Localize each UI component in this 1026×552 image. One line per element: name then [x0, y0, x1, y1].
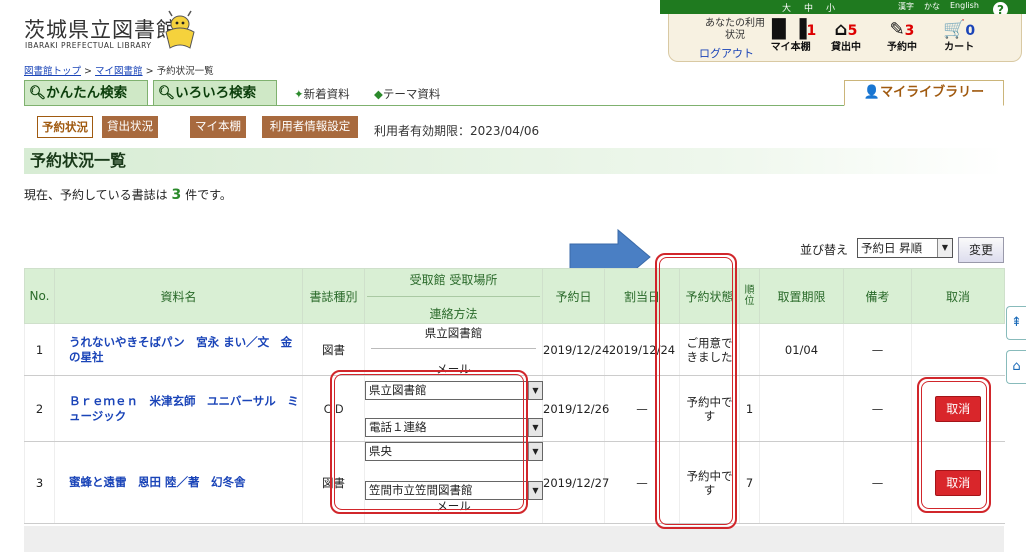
item-title-link[interactable]: Ｂｒｅｍｅｎ 米津玄師 ユニバーサル ミュージック [54, 375, 303, 442]
user-icon: 👤 [863, 85, 881, 100]
valid-date: 利用者有効期限：2023/04/06 [374, 124, 540, 138]
tab-advanced-search[interactable]: 🔍︎いろいろ検索 [153, 80, 277, 106]
logout-link[interactable]: ログアウト [699, 45, 754, 61]
tab-mylibrary[interactable]: 👤マイライブラリー [844, 80, 1004, 106]
col-hold-limit: 取置期限 [759, 268, 844, 324]
breadcrumb-top[interactable]: 図書館トップ [24, 66, 81, 77]
subnav-bookshelf[interactable]: マイ本棚 [190, 116, 246, 138]
reservation-count: 現在、予約している書誌は 3 件です。 [24, 187, 232, 203]
annotation-cancel-highlight [917, 377, 991, 513]
house-icon: ⌂ [834, 19, 848, 40]
cart-icon: 🛒 [943, 19, 966, 40]
chevron-down-icon: ▼ [528, 482, 542, 499]
annotation-status-highlight [655, 253, 737, 529]
col-note: 備考 [843, 268, 912, 324]
font-size-controls: 大 中 小 [782, 1, 835, 14]
col-title: 資料名 [54, 268, 303, 324]
sort-change-button[interactable]: 変更 [958, 237, 1004, 263]
chevron-down-icon: ▼ [528, 381, 542, 399]
lang-english[interactable]: English [950, 1, 979, 12]
user-status-panel: あなたの利用状況 ログアウト ▐▌▐1 マイ本棚 ⌂5 貸出中 ✎3 予約中 🛒… [668, 14, 1022, 62]
breadcrumb: 図書館トップ > マイ図書館 > 予約状況一覧 [24, 66, 214, 77]
search-icon: 🔍︎ [158, 85, 176, 101]
annotation-pickup-highlight [330, 370, 528, 514]
subnav-user-settings[interactable]: 利用者情報設定 [262, 116, 358, 138]
tab-simple-search[interactable]: 🔍︎かんたん検索 [24, 80, 148, 106]
table-header-row: No. 資料名 書誌種別 受取館 受取場所 連絡方法 予約日 割当日 予約状態 … [24, 268, 1005, 324]
breadcrumb-current: 予約状況一覧 [156, 66, 214, 77]
col-reserve-date: 予約日 [542, 268, 605, 324]
lang-kana[interactable]: かな [924, 1, 940, 12]
table-footer-band [24, 526, 1004, 552]
stat-bookshelf[interactable]: ▐▌▐1 マイ本棚 [765, 19, 816, 54]
font-size-large[interactable]: 大 [782, 1, 791, 14]
bookshelf-icon: ▐▌▐ [765, 19, 807, 40]
col-rank: 順位 [739, 268, 760, 324]
font-size-small[interactable]: 小 [826, 1, 835, 14]
stat-reserves[interactable]: ✎3 予約中 [887, 19, 917, 54]
sort-select[interactable]: 予約日 昇順 ▼ [857, 238, 953, 258]
col-cancel: 取消 [911, 268, 1005, 324]
font-size-medium[interactable]: 中 [804, 1, 813, 14]
col-pickup: 受取館 受取場所 連絡方法 [364, 268, 543, 324]
site-title[interactable]: 茨城県立図書館 [24, 14, 178, 44]
reserve-icon: ✎ [889, 19, 905, 40]
chevron-down-icon: ▼ [937, 239, 952, 257]
subnav-reservations[interactable]: 予約状況 [37, 116, 93, 138]
scroll-top-icon[interactable]: ⇞ [1006, 306, 1026, 340]
item-title-link[interactable]: 蜜蜂と遠雷 恩田 陸／著 幻冬舎 [54, 441, 303, 524]
page-title: 予約状況一覧 [24, 148, 1004, 174]
chevron-down-icon: ▼ [528, 443, 542, 460]
sort-label: 並び替え [800, 243, 849, 257]
theme-items-link[interactable]: ◆テーマ資料 [374, 86, 440, 102]
sparkle-icon: ✦ [294, 87, 304, 101]
item-title-link[interactable]: うれないやきそばパン 宮永 まい／文 金の星社 [54, 323, 303, 376]
subnav-loans[interactable]: 貸出状況 [102, 116, 158, 138]
table-row: 1 うれないやきそばパン 宮永 まい／文 金の星社 図書 県立図書館 メール 2… [24, 323, 1005, 376]
col-type: 書誌種別 [302, 268, 365, 324]
col-no: No. [24, 268, 55, 324]
new-items-link[interactable]: ✦新着資料 [294, 86, 350, 102]
lang-kanji[interactable]: 漢字 [898, 1, 914, 12]
chevron-down-icon: ▼ [528, 418, 542, 436]
search-icon: 🔍︎ [29, 85, 47, 101]
stat-loans[interactable]: ⌂5 貸出中 [831, 19, 861, 54]
stat-cart[interactable]: 🛒0 カート [943, 19, 975, 54]
mascot-icon [165, 10, 195, 49]
tag-icon: ◆ [374, 87, 383, 101]
home-icon[interactable]: ⌂ [1006, 350, 1026, 384]
site-subtitle: IBARAKI PREFECTUAL LIBRARY [25, 41, 152, 50]
breadcrumb-mylibrary[interactable]: マイ図書館 [95, 66, 143, 77]
status-label: あなたの利用状況 [705, 18, 765, 41]
language-controls: 漢字 かな English [898, 1, 979, 12]
